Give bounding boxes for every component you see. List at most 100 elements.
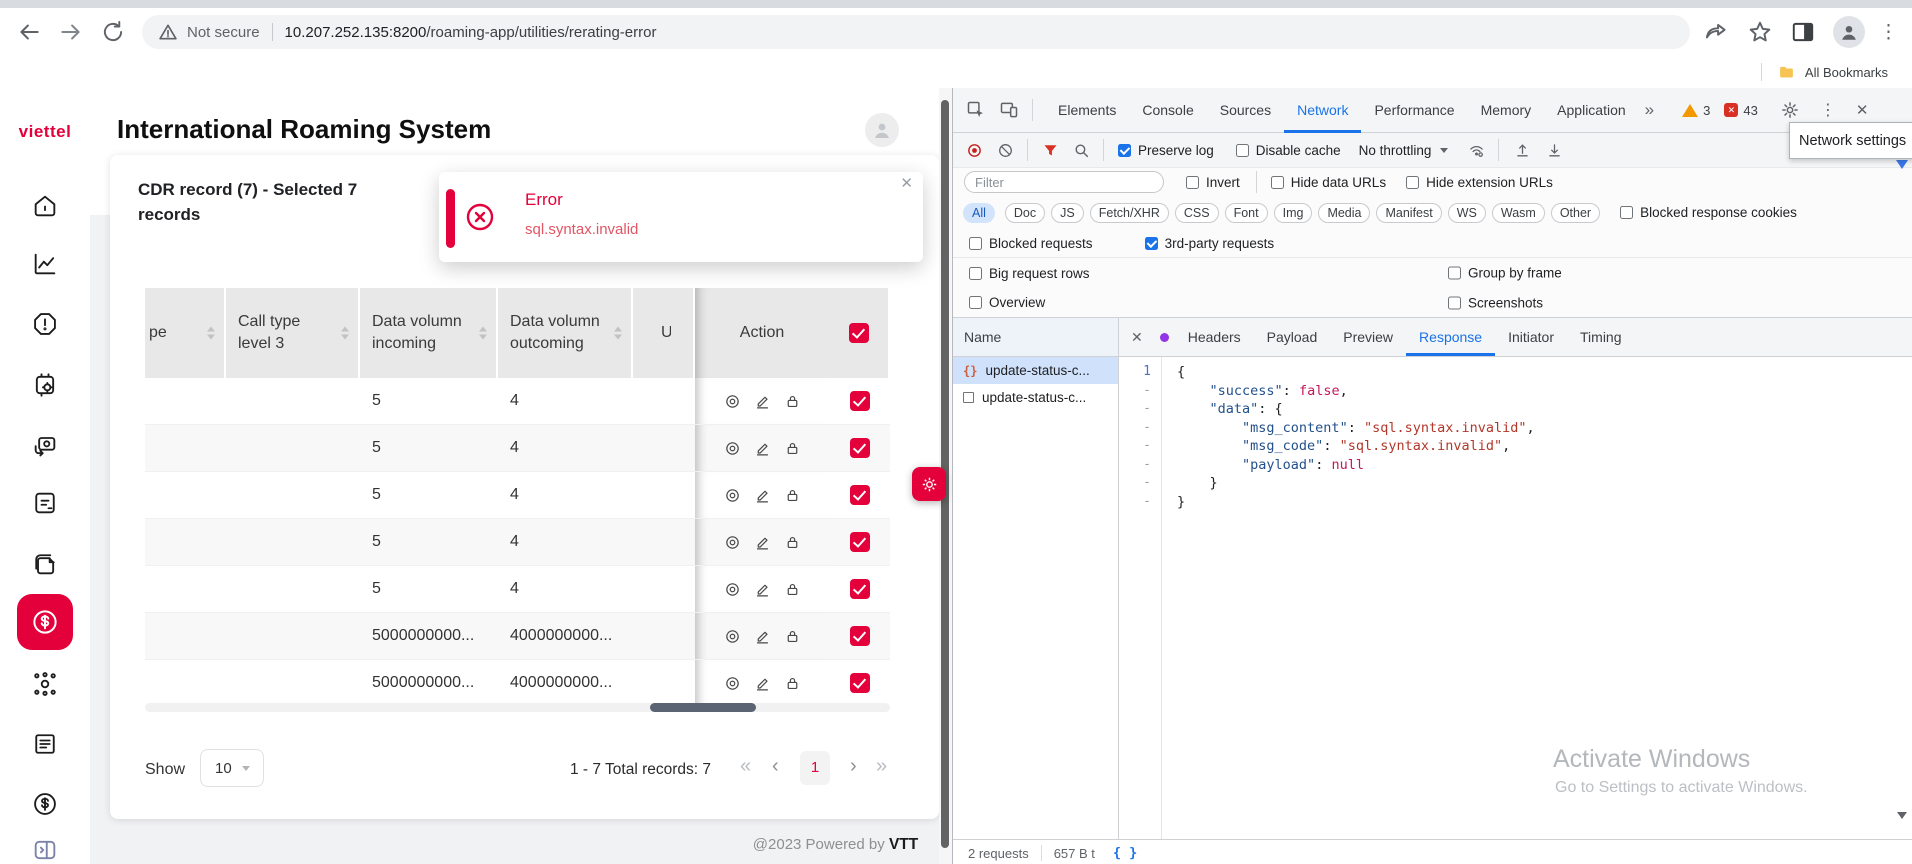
group-by-frame-checkbox[interactable]: Group by frame	[1448, 266, 1562, 281]
all-bookmarks-label[interactable]: All Bookmarks	[1805, 65, 1888, 80]
row-checkbox[interactable]	[850, 626, 870, 646]
view-icon[interactable]	[724, 581, 741, 598]
resource-chip-other[interactable]: Other	[1551, 203, 1600, 223]
home-icon[interactable]	[31, 192, 59, 220]
documents-icon[interactable]	[31, 489, 59, 517]
resource-chip-doc[interactable]: Doc	[1005, 203, 1045, 223]
lock-icon[interactable]	[784, 581, 801, 598]
resource-chip-media[interactable]: Media	[1318, 203, 1370, 223]
error-badge[interactable]: ✕43	[1724, 103, 1757, 118]
next-page-icon[interactable]: ›	[850, 755, 857, 778]
panel-tab-preview[interactable]: Preview	[1330, 318, 1406, 356]
network-conditions-icon[interactable]	[1468, 142, 1485, 159]
devtools-tab-sources[interactable]: Sources	[1207, 88, 1284, 133]
view-icon[interactable]	[724, 393, 741, 410]
device-toolbar-icon[interactable]	[999, 100, 1019, 120]
network-request-row[interactable]: update-status-c...	[953, 384, 1118, 411]
panel-tab-response[interactable]: Response	[1406, 318, 1495, 356]
sort-icon[interactable]	[341, 327, 349, 340]
lock-icon[interactable]	[784, 628, 801, 645]
processing-chip-icon[interactable]	[31, 371, 59, 399]
list-report-icon[interactable]	[31, 730, 59, 758]
pretty-print-icon[interactable]: { }	[1113, 845, 1137, 861]
scrollbar-thumb[interactable]	[650, 703, 756, 712]
table-horizontal-scrollbar[interactable]	[145, 703, 890, 712]
network-request-row[interactable]: {}update-status-c...	[953, 357, 1118, 384]
more-tabs-icon[interactable]: »	[1645, 100, 1654, 120]
blocked-requests-checkbox[interactable]: Blocked requests	[969, 236, 1093, 251]
devtools-settings-gear-icon[interactable]	[1780, 100, 1800, 120]
scroll-down-hint-icon[interactable]	[1897, 812, 1907, 819]
devtools-menu-icon[interactable]: ⋮	[1820, 100, 1836, 120]
workflow-nodes-icon[interactable]	[31, 670, 59, 698]
select-all-checkbox[interactable]	[849, 323, 869, 343]
warning-badge[interactable]: 3	[1682, 103, 1710, 118]
browser-menu-icon[interactable]: ⋮	[1879, 23, 1898, 42]
address-bar[interactable]: Not secure 10.207.252.135:8200/roaming-a…	[142, 15, 1690, 49]
panel-tab-payload[interactable]: Payload	[1254, 318, 1331, 356]
view-icon[interactable]	[724, 628, 741, 645]
row-checkbox[interactable]	[850, 673, 870, 693]
resource-chip-css[interactable]: CSS	[1175, 203, 1219, 223]
devtools-tab-console[interactable]: Console	[1129, 88, 1206, 133]
panel-tab-headers[interactable]: Headers	[1175, 318, 1254, 356]
name-column-header[interactable]: Name	[953, 318, 1119, 356]
resource-chip-wasm[interactable]: Wasm	[1492, 203, 1545, 223]
screenshots-checkbox[interactable]: Screenshots	[1448, 295, 1543, 310]
hide-data-urls-checkbox[interactable]: Hide data URLs	[1271, 175, 1386, 190]
close-request-detail-icon[interactable]: ✕	[1131, 329, 1143, 346]
floating-settings-button[interactable]	[912, 467, 946, 501]
profile-avatar[interactable]	[1833, 16, 1865, 48]
throttling-select[interactable]: No throttling	[1359, 143, 1449, 158]
side-panel-icon[interactable]	[1790, 19, 1816, 45]
resource-chip-font[interactable]: Font	[1225, 203, 1268, 223]
resource-chip-js[interactable]: JS	[1051, 203, 1084, 223]
files-copy-icon[interactable]	[31, 550, 59, 578]
view-icon[interactable]	[724, 534, 741, 551]
record-network-log-icon[interactable]	[966, 142, 983, 159]
reload-icon[interactable]	[100, 19, 126, 45]
edit-icon[interactable]	[754, 393, 771, 410]
devtools-tab-network[interactable]: Network	[1284, 88, 1361, 133]
edit-icon[interactable]	[754, 675, 771, 692]
share-icon[interactable]	[1704, 19, 1730, 45]
row-checkbox[interactable]	[850, 532, 870, 552]
filter-input[interactable]	[964, 171, 1164, 193]
lock-icon[interactable]	[784, 534, 801, 551]
devtools-tab-application[interactable]: Application	[1544, 88, 1639, 133]
devtools-tab-elements[interactable]: Elements	[1045, 88, 1129, 133]
column-header-pe[interactable]: pe	[145, 288, 226, 378]
bookmark-star-icon[interactable]	[1747, 19, 1773, 45]
view-icon[interactable]	[724, 675, 741, 692]
panel-tab-timing[interactable]: Timing	[1567, 318, 1635, 356]
column-header-data-volumn-outcoming[interactable]: Data volumn outcoming	[498, 288, 633, 378]
first-page-icon[interactable]: «	[740, 755, 751, 778]
filter-funnel-icon[interactable]	[1042, 142, 1059, 159]
export-har-icon[interactable]	[1546, 142, 1563, 159]
devtools-tab-performance[interactable]: Performance	[1361, 88, 1467, 133]
sort-icon[interactable]	[614, 327, 622, 340]
devtools-tab-memory[interactable]: Memory	[1468, 88, 1545, 133]
previous-page-icon[interactable]: ‹	[772, 755, 779, 778]
edit-icon[interactable]	[754, 487, 771, 504]
response-code-view[interactable]: { "success": false, "data": { "msg_conte…	[1163, 357, 1912, 845]
page-size-select[interactable]: 10	[200, 749, 264, 787]
last-page-icon[interactable]: »	[876, 755, 887, 778]
view-icon[interactable]	[724, 440, 741, 457]
lock-icon[interactable]	[784, 440, 801, 457]
resource-chip-img[interactable]: Img	[1274, 203, 1313, 223]
hide-extension-urls-checkbox[interactable]: Hide extension URLs	[1406, 175, 1553, 190]
row-checkbox[interactable]	[850, 391, 870, 411]
blocked-response-cookies-checkbox[interactable]: Blocked response cookies	[1620, 205, 1797, 220]
current-page-button[interactable]: 1	[800, 751, 830, 785]
resource-chip-manifest[interactable]: Manifest	[1376, 203, 1441, 223]
sort-icon[interactable]	[207, 327, 215, 340]
edit-icon[interactable]	[754, 581, 771, 598]
forward-icon[interactable]	[58, 19, 84, 45]
transactions-icon[interactable]	[31, 431, 59, 459]
big-request-rows-checkbox[interactable]: Big request rows	[969, 266, 1090, 281]
invert-checkbox[interactable]: Invert	[1186, 175, 1240, 190]
import-har-icon[interactable]	[1514, 142, 1531, 159]
billing-active-icon[interactable]	[17, 594, 73, 650]
reports-chart-icon[interactable]	[31, 250, 59, 278]
